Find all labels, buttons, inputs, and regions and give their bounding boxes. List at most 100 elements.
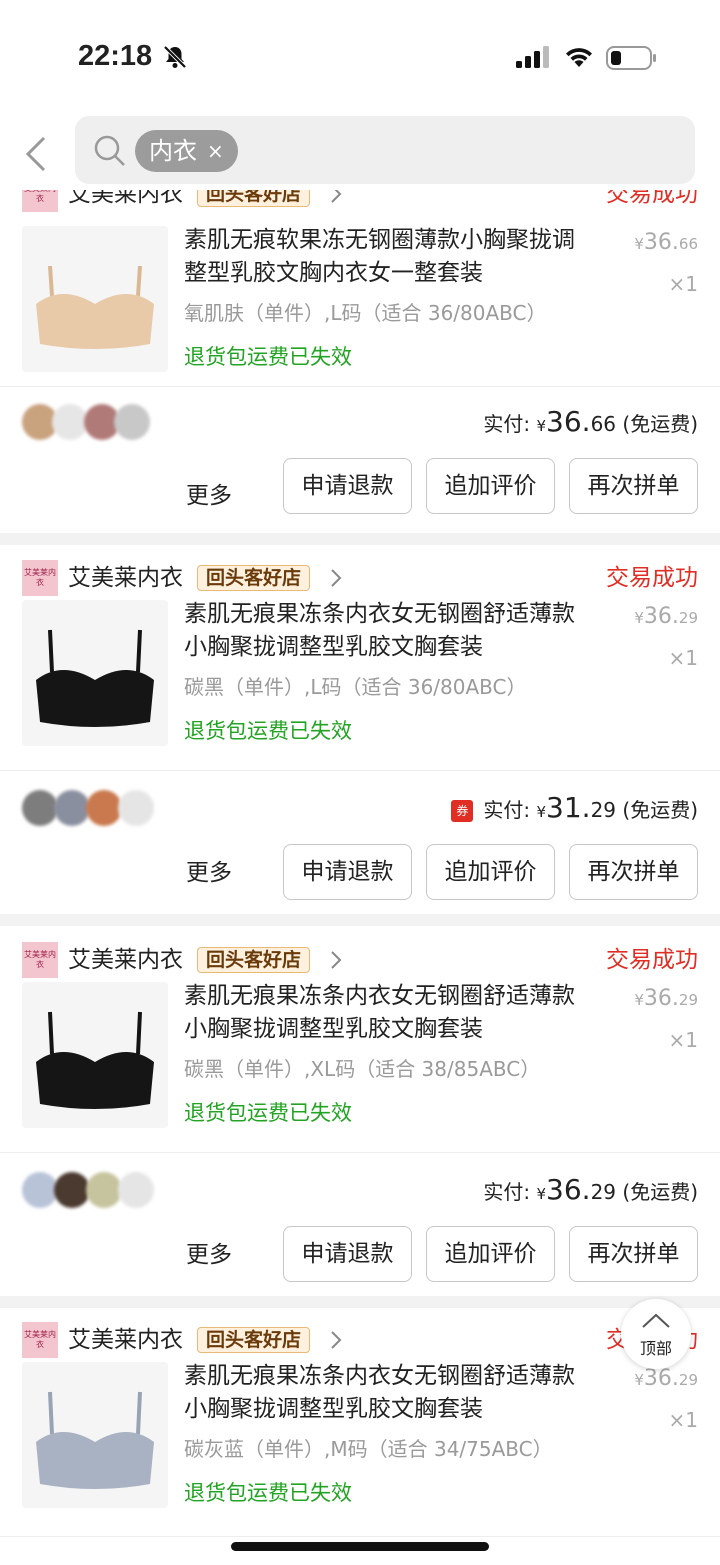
paid-dec: 29 [590, 798, 617, 822]
shop-logo: 艾美莱内衣 [22, 942, 58, 978]
refund-button[interactable]: 申请退款 [283, 458, 412, 514]
product-title[interactable]: 素肌无痕果冻条内衣女无钢圈舒适薄款小胸聚拢调整型乳胶文胸套装 [184, 980, 594, 1046]
quantity: ×1 [668, 1408, 698, 1432]
price-symbol: ¥ [634, 991, 644, 1009]
bra-image [36, 265, 154, 349]
shop-badge: 回头客好店 [197, 947, 311, 973]
avatar [54, 790, 90, 826]
add-review-button[interactable]: 追加评价 [426, 458, 555, 514]
back-to-top-button[interactable]: 顶部 [621, 1299, 691, 1369]
paid-amount: 券实付: ¥31.29 (免运费) [451, 788, 698, 832]
unit-price: ¥36.29 [634, 604, 698, 629]
bra-image [36, 629, 154, 727]
paid-dec: 29 [590, 1180, 617, 1204]
price-int: 36. [643, 1366, 679, 1391]
bra-image [36, 1391, 154, 1489]
search-header: 内衣 × [0, 110, 720, 190]
shop-bar[interactable]: 艾美莱内衣 艾美莱内衣 回头客好店 交易成功 [0, 560, 720, 600]
shop-badge: 回头客好店 [197, 1327, 311, 1353]
price-int: 36. [643, 986, 679, 1011]
product-spec: 碳黑（单件）,L码（适合 36/80ABC） [184, 675, 527, 699]
more-button[interactable]: 更多 [186, 476, 232, 516]
avatar [52, 404, 88, 440]
reorder-button[interactable]: 再次拼单 [569, 458, 698, 514]
avatar [86, 1172, 122, 1208]
product-spec: 碳黑（单件）,XL码（适合 38/85ABC） [184, 1057, 541, 1081]
shop-bar[interactable]: 艾美莱内衣 艾美莱内衣 回头客好店 交易成功 [0, 942, 720, 982]
add-review-button[interactable]: 追加评价 [426, 1226, 555, 1282]
chevron-right-icon [331, 951, 342, 969]
search-icon [94, 135, 125, 166]
unit-price: ¥36.29 [634, 986, 698, 1011]
paid-label: 实付: [483, 798, 531, 822]
bra-image [36, 1011, 154, 1109]
chevron-right-icon [331, 569, 342, 587]
card-separator [0, 914, 720, 926]
quantity: ×1 [668, 1028, 698, 1052]
shop-name[interactable]: 艾美莱内衣 [68, 560, 183, 596]
avatar [86, 790, 122, 826]
price-dec: 66 [678, 235, 698, 253]
price-int: 36. [643, 230, 679, 255]
product-title[interactable]: 素肌无痕果冻条内衣女无钢圈舒适薄款小胸聚拢调整型乳胶文胸套装 [184, 1360, 594, 1426]
order-card: 艾美莱内衣 艾美莱内衣 回头客好店 交易成功 素肌无痕果冻条内衣女无钢圈舒适薄款… [0, 1322, 720, 1565]
order-card: 艾美莱内衣 艾美莱内衣 回头客好店 交易成功 素肌无痕果冻条内衣女无钢圈舒适薄款… [0, 942, 720, 1294]
shop-badge: 回头客好店 [197, 565, 311, 591]
shop-name[interactable]: 艾美莱内衣 [68, 942, 183, 978]
shop-bar[interactable]: 艾美莱内衣 艾美莱内衣 回头客好店 交易成功 [0, 1322, 720, 1362]
divider [0, 1536, 720, 1537]
order-status: 交易成功 [606, 565, 698, 591]
shipping-note: (免运费) [622, 412, 698, 436]
buyer-avatars [22, 1172, 162, 1208]
chevron-right-icon [331, 1331, 342, 1349]
refund-button[interactable]: 申请退款 [283, 1226, 412, 1282]
product-title[interactable]: 素肌无痕软果冻无钢圈薄款小胸聚拢调整型乳胶文胸内衣女一整套装 [184, 224, 594, 290]
paid-symbol: ¥ [536, 803, 547, 821]
reorder-button[interactable]: 再次拼单 [569, 844, 698, 900]
avatar [118, 1172, 154, 1208]
paid-dec: 66 [590, 412, 617, 436]
paid-label: 实付: [483, 1180, 531, 1204]
price-dec: 29 [678, 991, 698, 1009]
avatar [22, 1172, 58, 1208]
product-image[interactable] [22, 600, 168, 746]
price-int: 36. [643, 604, 679, 629]
chevron-up-icon [642, 1313, 670, 1328]
reorder-button[interactable]: 再次拼单 [569, 1226, 698, 1282]
paid-int: 31. [546, 791, 591, 824]
paid-amount: 实付: ¥36.66 (免运费) [483, 402, 698, 446]
order-card: 艾美莱内衣 艾美莱内衣 回头客好店 交易成功 素肌无痕软果冻无钢圈薄款小胸聚拢调… [0, 176, 720, 531]
status-time: 22:18 [78, 40, 153, 72]
product-image[interactable] [22, 226, 168, 372]
product-title[interactable]: 素肌无痕果冻条内衣女无钢圈舒适薄款小胸聚拢调整型乳胶文胸套装 [184, 598, 594, 664]
paid-symbol: ¥ [536, 1185, 547, 1203]
home-indicator[interactable] [231, 1542, 489, 1551]
divider [0, 770, 720, 771]
bell-muted-icon [163, 45, 187, 69]
search-tag-close-icon[interactable]: × [207, 130, 224, 172]
price-symbol: ¥ [634, 235, 644, 253]
refund-button[interactable]: 申请退款 [283, 844, 412, 900]
product-image[interactable] [22, 1362, 168, 1508]
more-button[interactable]: 更多 [186, 1235, 232, 1275]
search-box[interactable]: 内衣 × [75, 116, 695, 184]
order-card: 艾美莱内衣 艾美莱内衣 回头客好店 交易成功 素肌无痕果冻条内衣女无钢圈舒适薄款… [0, 560, 720, 912]
card-separator [0, 1296, 720, 1308]
add-review-button[interactable]: 追加评价 [426, 844, 555, 900]
more-button[interactable]: 更多 [186, 853, 232, 893]
return-note: 退货包运费已失效 [184, 1101, 352, 1125]
shipping-note: (免运费) [622, 798, 698, 822]
divider [0, 1152, 720, 1153]
unit-price: ¥36.66 [634, 230, 698, 255]
buyer-avatars [22, 790, 162, 826]
search-tag[interactable]: 内衣 × [135, 130, 238, 172]
battery-icon [606, 46, 656, 70]
return-note: 退货包运费已失效 [184, 345, 352, 369]
shop-name[interactable]: 艾美莱内衣 [68, 1322, 183, 1358]
back-arrow-icon[interactable] [22, 134, 50, 174]
product-image[interactable] [22, 982, 168, 1128]
avatar [22, 790, 58, 826]
divider [0, 386, 720, 387]
paid-int: 36. [546, 1173, 591, 1206]
price-dec: 29 [678, 609, 698, 627]
